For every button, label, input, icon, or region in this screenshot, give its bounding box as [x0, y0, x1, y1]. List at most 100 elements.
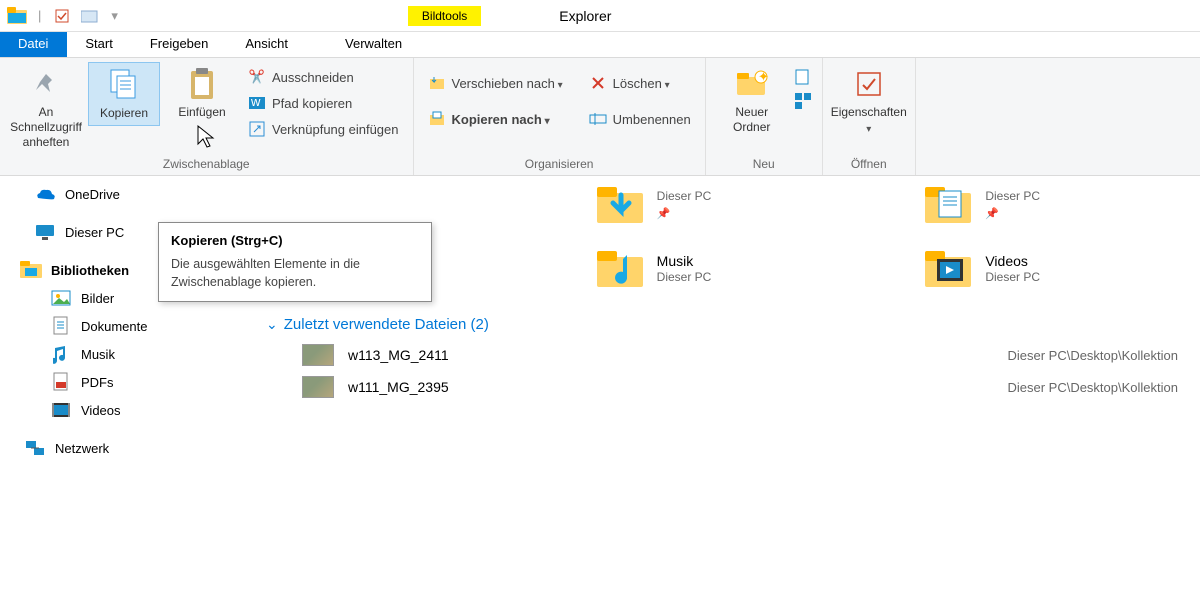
tab-view[interactable]: Ansicht	[227, 32, 307, 57]
libraries-icon	[20, 259, 42, 281]
qa-documents-loc: Dieser PC	[985, 189, 1040, 205]
pictures-label: Bilder	[81, 291, 114, 306]
rename-button[interactable]: Umbenennen	[585, 108, 695, 130]
qa-music-loc: Dieser PC	[657, 270, 712, 286]
rename-label: Umbenennen	[613, 112, 691, 127]
copy-to-button[interactable]: Kopieren nach	[424, 108, 567, 130]
file-name: w111_MG_2395	[348, 379, 449, 395]
music-icon	[50, 343, 72, 365]
downloads-folder-icon	[595, 182, 647, 228]
copy-icon	[106, 67, 142, 103]
cut-button[interactable]: ✂️ Ausschneiden	[244, 66, 403, 88]
open-group-label: Öffnen	[833, 155, 905, 173]
pin-icon: 📌	[985, 207, 1040, 221]
copy-path-label: Pfad kopieren	[272, 96, 352, 111]
videos-icon	[50, 399, 72, 421]
qat-dropdown-icon[interactable]: ▾	[111, 8, 118, 24]
rename-icon	[589, 110, 607, 128]
file-row[interactable]: w111_MG_2395 Dieser PC\Desktop\Kollektio…	[266, 371, 1188, 403]
copy-button[interactable]: Kopieren	[88, 62, 160, 126]
new-item-icon[interactable]	[794, 68, 812, 86]
pdf-icon	[50, 371, 72, 393]
properties-big-icon	[851, 66, 887, 102]
libraries-label: Bibliotheken	[51, 263, 129, 278]
pin-icon: 📌	[657, 207, 712, 221]
copy-to-label: Kopieren nach	[452, 112, 550, 127]
copy-label: Kopieren	[100, 106, 148, 121]
pin-button[interactable]: An Schnellzugriff anheften	[10, 62, 82, 154]
qat-separator: |	[38, 8, 41, 23]
path-icon: w	[248, 94, 266, 112]
qa-music[interactable]: MusikDieser PC	[595, 246, 860, 292]
documents-folder-icon	[923, 182, 975, 228]
recent-files-header[interactable]: Zuletzt verwendete Dateien (2)	[266, 310, 1188, 339]
file-name: w113_MG_2411	[348, 347, 449, 363]
tab-start[interactable]: Start	[67, 32, 131, 57]
cut-label: Ausschneiden	[272, 70, 354, 85]
qa-videos-name: Videos	[985, 252, 1040, 270]
paste-label: Einfügen	[178, 105, 225, 120]
explorer-icon[interactable]	[6, 5, 28, 27]
qa-music-name: Musik	[657, 252, 712, 270]
move-to-button[interactable]: Verschieben nach	[424, 72, 567, 94]
tab-share[interactable]: Freigeben	[132, 32, 228, 57]
new-group-label: Neu	[716, 155, 812, 173]
videos-label: Videos	[81, 403, 121, 418]
sidebar-item-network[interactable]: Netzwerk	[0, 434, 254, 462]
image-thumb-icon	[302, 344, 334, 366]
context-tab-label: Bildtools	[408, 6, 481, 26]
qa-documents[interactable]: Dieser PC 📌	[923, 182, 1188, 228]
ribbon: An Schnellzugriff anheften Kopieren Einf…	[0, 58, 1200, 176]
qa-videos[interactable]: VideosDieser PC	[923, 246, 1188, 292]
new-folder-icon: ✦	[734, 66, 770, 102]
move-to-label: Verschieben nach	[452, 76, 563, 91]
properties-label: Eigenschaften	[831, 105, 907, 136]
copy-to-icon	[428, 110, 446, 128]
sidebar-item-documents[interactable]: Dokumente	[0, 312, 254, 340]
pin-label-1: An Schnellzugriff	[10, 105, 82, 135]
properties-icon[interactable]	[51, 5, 73, 27]
tab-file[interactable]: Datei	[0, 32, 67, 57]
image-thumb-icon	[302, 376, 334, 398]
titlebar: | ▾ Bildtools Explorer	[0, 0, 1200, 32]
monitor-icon	[34, 221, 56, 243]
file-row[interactable]: w113_MG_2411 Dieser PC\Desktop\Kollektio…	[266, 339, 1188, 371]
properties-button[interactable]: Eigenschaften	[833, 62, 905, 140]
ribbon-tabs: Datei Start Freigeben Ansicht Verwalten	[0, 32, 1200, 58]
sidebar-item-pdfs[interactable]: PDFs	[0, 368, 254, 396]
pdfs-label: PDFs	[81, 375, 114, 390]
move-icon	[428, 74, 446, 92]
tooltip-title: Kopieren (Strg+C)	[171, 233, 419, 248]
sidebar-item-videos[interactable]: Videos	[0, 396, 254, 424]
paste-shortcut-label: Verknüpfung einfügen	[272, 122, 399, 137]
tooltip: Kopieren (Strg+C) Die ausgewählten Eleme…	[158, 222, 432, 302]
scissors-icon: ✂️	[248, 68, 266, 86]
window-title: Explorer	[559, 8, 611, 24]
clipboard-group-label: Zwischenablage	[10, 155, 403, 173]
network-label: Netzwerk	[55, 441, 109, 456]
sidebar-item-onedrive[interactable]: OneDrive	[0, 180, 254, 208]
onedrive-label: OneDrive	[65, 187, 120, 202]
organize-group-label: Organisieren	[424, 155, 695, 173]
delete-button[interactable]: Löschen	[585, 72, 695, 94]
new-folder-l1: Neuer	[735, 105, 768, 120]
onedrive-icon	[34, 183, 56, 205]
thispc-label: Dieser PC	[65, 225, 124, 240]
copy-path-button[interactable]: w Pfad kopieren	[244, 92, 403, 114]
svg-text:✦: ✦	[758, 69, 769, 84]
qa-downloads-loc: Dieser PC	[657, 189, 712, 205]
shortcut-icon	[248, 120, 266, 138]
qa-downloads[interactable]: Dieser PC 📌	[595, 182, 860, 228]
tab-manage[interactable]: Verwalten	[327, 32, 421, 57]
sidebar-item-music[interactable]: Musik	[0, 340, 254, 368]
new-folder-button[interactable]: ✦ Neuer Ordner	[716, 62, 788, 139]
new-folder-qat-icon[interactable]	[79, 5, 101, 27]
pin-label-2: anheften	[23, 135, 70, 150]
group-organize: Verschieben nach Kopieren nach Löschen U…	[414, 58, 706, 175]
documents-icon	[50, 315, 72, 337]
paste-shortcut-button[interactable]: Verknüpfung einfügen	[244, 118, 403, 140]
network-icon	[24, 437, 46, 459]
paste-button[interactable]: Einfügen	[166, 62, 238, 124]
svg-text:w: w	[250, 96, 261, 109]
easy-access-icon[interactable]	[794, 92, 812, 110]
